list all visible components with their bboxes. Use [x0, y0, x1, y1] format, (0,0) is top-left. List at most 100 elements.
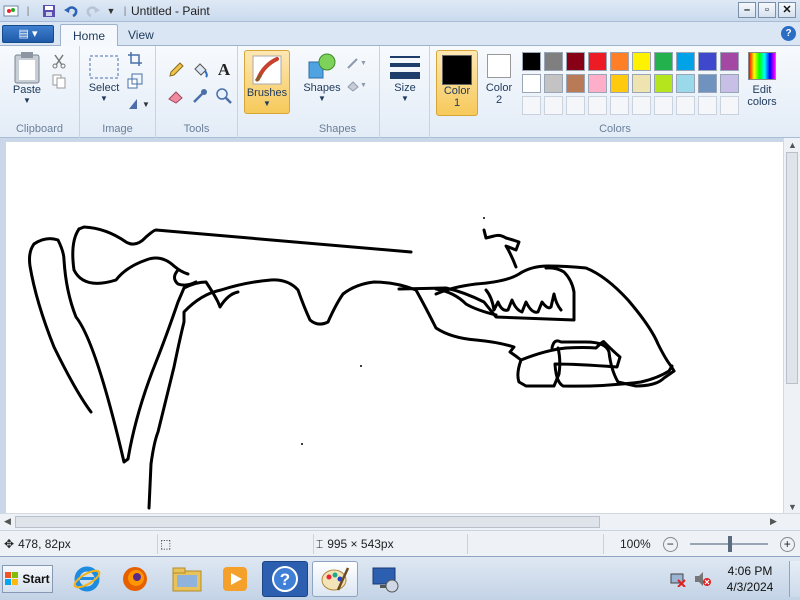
scroll-up-icon[interactable]: ▲	[788, 140, 797, 150]
volume-muted-icon[interactable]	[694, 571, 712, 590]
speck-dot-3	[483, 217, 485, 219]
tab-home[interactable]: Home	[60, 24, 119, 47]
zoom-slider-thumb[interactable]	[727, 536, 732, 552]
palette-swatch[interactable]	[654, 52, 673, 71]
undo-icon[interactable]	[62, 3, 80, 19]
palette-swatch[interactable]	[654, 74, 673, 93]
palette-swatch-empty[interactable]	[632, 96, 651, 115]
network-icon[interactable]	[670, 571, 686, 590]
palette-swatch[interactable]	[522, 74, 541, 93]
color-2-button[interactable]: Color 2	[482, 54, 516, 106]
palette-swatch-empty[interactable]	[588, 96, 607, 115]
palette-swatch[interactable]	[588, 74, 607, 93]
palette-swatch[interactable]	[698, 52, 717, 71]
magnifier-icon[interactable]	[214, 86, 234, 106]
palette-swatch[interactable]	[566, 52, 585, 71]
rotate-icon[interactable]: ▼	[126, 94, 152, 112]
palette-swatch[interactable]	[544, 52, 563, 71]
palette-swatch[interactable]	[632, 52, 651, 71]
palette-swatch[interactable]	[720, 52, 739, 71]
outline-icon[interactable]: ▼	[344, 54, 370, 72]
file-explorer-icon[interactable]	[164, 561, 210, 597]
tab-view[interactable]: View	[116, 24, 166, 47]
brushes-group: Brushes ▼	[238, 46, 296, 138]
palette-swatch-empty[interactable]	[544, 96, 563, 115]
palette-swatch-empty[interactable]	[720, 96, 739, 115]
ribbon: Paste ▼ Clipboard Select ▼ ▼ Image A Too…	[0, 46, 800, 138]
media-player-icon[interactable]	[212, 561, 258, 597]
brushes-button[interactable]: Brushes ▼	[244, 50, 290, 114]
palette-swatch[interactable]	[588, 52, 607, 71]
redo-icon[interactable]	[84, 3, 102, 19]
eraser-icon[interactable]	[166, 86, 186, 106]
copy-icon[interactable]	[50, 72, 68, 90]
firefox-icon[interactable]	[112, 561, 158, 597]
paint-app-icon[interactable]	[2, 3, 20, 19]
help-icon[interactable]: ?	[781, 26, 796, 41]
shapes-button[interactable]: Shapes ▼	[300, 52, 344, 103]
palette-swatch[interactable]	[632, 74, 651, 93]
close-button[interactable]: ✕	[778, 2, 796, 18]
select-dropdown-icon: ▼	[100, 94, 108, 103]
vertical-scroll-thumb[interactable]	[786, 152, 798, 384]
crop-icon[interactable]	[126, 50, 144, 68]
palette-swatch[interactable]	[610, 74, 629, 93]
palette-swatch[interactable]	[720, 74, 739, 93]
horizontal-scrollbar[interactable]: ◀ ▶	[0, 513, 800, 530]
zoom-in-icon[interactable]: +	[779, 536, 795, 552]
drawing-canvas[interactable]	[6, 142, 783, 514]
save-icon[interactable]	[40, 3, 58, 19]
resize-icon[interactable]	[126, 72, 144, 90]
zoom-out-icon[interactable]: −	[662, 536, 678, 552]
palette-swatch-empty[interactable]	[654, 96, 673, 115]
palette-swatch[interactable]	[676, 74, 695, 93]
paint-taskbar-icon[interactable]	[312, 561, 358, 597]
palette-swatch-empty[interactable]	[676, 96, 695, 115]
pencil-icon[interactable]	[166, 60, 186, 80]
palette-swatch[interactable]	[610, 52, 629, 71]
paste-label: Paste	[12, 84, 42, 96]
customize-quick-access-icon[interactable]: ▼	[105, 3, 117, 19]
clock[interactable]: 4:06 PM 4/3/2024	[718, 563, 782, 595]
zoom-slider[interactable]	[689, 536, 768, 552]
paste-button[interactable]: Paste ▼	[8, 50, 46, 105]
scroll-right-icon[interactable]: ▶	[770, 516, 777, 527]
colors-group: Color 1 Color 2 Edit colors Colors	[430, 46, 800, 138]
file-menu-button[interactable]: ▤ ▾	[2, 25, 54, 43]
palette-swatch-empty[interactable]	[522, 96, 541, 115]
palette-swatch-empty[interactable]	[566, 96, 585, 115]
palette-swatch[interactable]	[522, 52, 541, 71]
size-button[interactable]: Size ▼	[386, 52, 424, 103]
canvas-size: ⌶ 995 × 543px	[316, 534, 468, 554]
vertical-scrollbar[interactable]: ▲ ▼	[783, 138, 800, 514]
color-1-button[interactable]: Color 1	[436, 50, 478, 116]
fill-shape-icon[interactable]: ▼	[344, 76, 370, 94]
show-desktop-button[interactable]	[789, 561, 800, 597]
cut-icon[interactable]	[50, 52, 68, 70]
palette-swatch[interactable]	[544, 74, 563, 93]
start-button[interactable]: Start	[2, 565, 53, 593]
internet-explorer-icon[interactable]	[64, 561, 110, 597]
palette-swatch-empty[interactable]	[698, 96, 717, 115]
edit-colors-button[interactable]: Edit colors	[742, 52, 782, 108]
scroll-down-icon[interactable]: ▼	[788, 502, 797, 512]
scroll-left-icon[interactable]: ◀	[4, 516, 11, 527]
help-support-icon[interactable]: ?	[262, 561, 308, 597]
edit-colors-label-2: colors	[747, 96, 777, 108]
text-tool-icon[interactable]: A	[214, 60, 234, 80]
color-picker-icon[interactable]	[190, 86, 210, 106]
title-divider: |	[26, 5, 30, 17]
maximize-button[interactable]: ▫	[758, 2, 776, 18]
minimize-button[interactable]: –	[738, 2, 756, 18]
palette-swatch[interactable]	[566, 74, 585, 93]
color-1-label: Color	[443, 85, 471, 97]
fill-icon[interactable]	[190, 60, 210, 80]
paste-dropdown-icon: ▼	[23, 96, 31, 105]
select-button[interactable]: Select ▼	[84, 52, 124, 103]
start-label: Start	[22, 572, 50, 586]
palette-swatch[interactable]	[698, 74, 717, 93]
horizontal-scroll-thumb[interactable]	[15, 516, 600, 528]
palette-swatch[interactable]	[676, 52, 695, 71]
palette-swatch-empty[interactable]	[610, 96, 629, 115]
remote-desktop-icon[interactable]	[362, 561, 408, 597]
